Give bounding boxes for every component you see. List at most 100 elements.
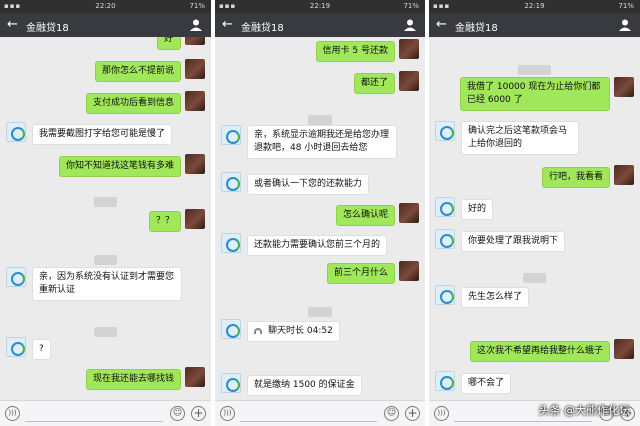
avatar xyxy=(6,267,26,287)
message-bubble-received[interactable]: 还款能力需要确认您前三个月的 xyxy=(247,235,388,256)
message-bubble-sent[interactable]: 怎么确认呢 xyxy=(335,205,395,226)
chat-header: ← 金融贷18 xyxy=(429,13,640,37)
message-input[interactable] xyxy=(25,421,163,422)
avatar xyxy=(6,337,26,357)
message-bubble-received[interactable]: 先生怎么样了 xyxy=(461,287,530,308)
emoji-icon[interactable]: ☺ xyxy=(170,406,185,421)
message-bubble-sent[interactable]: 现在我还能去哪找钱 xyxy=(85,369,181,390)
message-bubble-sent[interactable]: 好 xyxy=(157,37,181,50)
timestamp-pill xyxy=(429,265,640,284)
status-bar: ▪▪▪ 22:20 71% xyxy=(0,0,211,13)
phone-icon xyxy=(254,327,262,334)
avatar xyxy=(435,121,455,141)
chat-screen-3: ▪▪▪ 22:19 71% ← 金融贷18 我借了 10000 现在为止给你们都… xyxy=(429,0,640,426)
avatar xyxy=(435,197,455,217)
avatar xyxy=(614,77,634,97)
chat-title: 金融贷18 xyxy=(26,23,69,34)
message-bubble-received[interactable]: 我需要截图打字给您可能是慢了 xyxy=(32,124,173,145)
emoji-icon[interactable]: ☺ xyxy=(384,406,399,421)
avatar xyxy=(221,233,241,253)
timestamp-pill xyxy=(0,247,211,266)
message-bubble-sent[interactable]: 支付成功后看到信息 xyxy=(85,93,181,114)
chat-screen-1: ▪▪▪ 22:20 71% ← 金融贷18 好 那你怎么不提前说 支付成功后看到… xyxy=(0,0,211,426)
contact-profile-icon[interactable] xyxy=(619,19,631,31)
message-input[interactable] xyxy=(240,421,377,422)
timestamp-pill xyxy=(429,57,640,76)
input-bar: ))) ☺ + xyxy=(215,400,425,426)
message-bubble-sent[interactable]: 行吧，我看看 xyxy=(541,167,610,188)
chat-screen-2: ▪▪▪ 22:19 71% ← 金融贷18 信用卡 5 号还款 都还了 亲，系统… xyxy=(215,0,425,426)
status-time: 22:19 xyxy=(309,2,331,10)
avatar xyxy=(221,125,241,145)
message-bubble-sent[interactable]: ？？ xyxy=(148,211,181,232)
message-bubble-sent[interactable]: 这次我不希望再给我整什么蛾子 xyxy=(469,341,610,362)
avatar xyxy=(185,37,205,45)
voice-icon[interactable]: ))) xyxy=(434,406,449,421)
avatar xyxy=(221,319,241,339)
chat-title: 金融贷18 xyxy=(455,23,498,34)
message-bubble-sent[interactable]: 都还了 xyxy=(353,73,395,94)
contact-profile-icon[interactable] xyxy=(404,19,416,31)
voice-icon[interactable]: ))) xyxy=(220,406,235,421)
message-bubble-received[interactable]: 或者确认一下您的还款能力 xyxy=(247,174,370,195)
message-bubble-received[interactable]: 好的 xyxy=(461,199,494,220)
battery-level: 71% xyxy=(403,2,419,10)
message-bubble-received[interactable]: 你要处理了跟我说明下 xyxy=(461,231,566,252)
message-bubble-sent[interactable]: 前三个月什么 xyxy=(326,263,395,284)
watermark: 头条 @大熊作化坛 xyxy=(538,404,631,417)
avatar xyxy=(185,367,205,387)
message-bubble-received[interactable]: 就是缴纳 1500 的保证金 xyxy=(247,375,362,396)
message-list[interactable]: 我借了 10000 现在为止给你们都已经 6000 了 确认完之后这笔款项会马上… xyxy=(429,37,640,400)
message-bubble-sent[interactable]: 信用卡 5 号还款 xyxy=(315,41,395,62)
status-time: 22:20 xyxy=(95,2,116,10)
status-bar: ▪▪▪ 22:19 71% xyxy=(215,0,425,13)
avatar xyxy=(185,209,205,229)
chat-header: ← 金融贷18 xyxy=(0,13,211,37)
back-arrow-icon[interactable]: ← xyxy=(436,17,447,32)
timestamp-pill xyxy=(0,319,211,338)
message-bubble-received[interactable]: 亲，系统显示逾期我还是给您办理退款吧，48 小时退回去给您 xyxy=(247,125,397,159)
avatar xyxy=(221,373,241,393)
avatar xyxy=(435,285,455,305)
plus-icon[interactable]: + xyxy=(191,406,206,421)
status-bar: ▪▪▪ 22:19 71% xyxy=(429,0,640,13)
message-list[interactable]: 好 那你怎么不提前说 支付成功后看到信息 我需要截图打字给您可能是慢了 你知不知… xyxy=(0,37,211,400)
back-arrow-icon[interactable]: ← xyxy=(222,17,233,32)
message-input[interactable] xyxy=(454,421,592,422)
message-bubble-sent[interactable]: 我借了 10000 现在为止给你们都已经 6000 了 xyxy=(460,77,610,111)
avatar xyxy=(6,122,26,142)
avatar xyxy=(221,172,241,192)
avatar xyxy=(614,339,634,359)
avatar xyxy=(399,39,419,59)
timestamp-pill xyxy=(215,107,425,126)
avatar xyxy=(399,71,419,91)
avatar xyxy=(435,229,455,249)
battery-level: 71% xyxy=(618,2,634,10)
message-bubble-received[interactable]: 哪不会了 xyxy=(461,373,512,394)
message-bubble-sent[interactable]: 那你怎么不提前说 xyxy=(94,61,181,82)
message-bubble-sent[interactable]: 你知不知道找这笔钱有多难 xyxy=(58,156,181,177)
contact-profile-icon[interactable] xyxy=(190,19,202,31)
plus-icon[interactable]: + xyxy=(405,406,420,421)
avatar xyxy=(399,203,419,223)
message-list[interactable]: 信用卡 5 号还款 都还了 亲，系统显示逾期我还是给您办理退款吧，48 小时退回… xyxy=(215,37,425,400)
timestamp-pill xyxy=(215,299,425,318)
message-bubble-received[interactable]: 确认完之后这笔款项会马上给你退回的 xyxy=(461,121,579,155)
chat-header: ← 金融贷18 xyxy=(215,13,425,37)
voice-icon[interactable]: ))) xyxy=(5,406,20,421)
message-bubble-received[interactable]: ? xyxy=(32,339,51,360)
avatar xyxy=(614,165,634,185)
back-arrow-icon[interactable]: ← xyxy=(7,17,18,32)
avatar xyxy=(185,154,205,174)
battery-level: 71% xyxy=(189,2,205,10)
avatar xyxy=(435,371,455,391)
message-bubble-received[interactable]: 亲，因为系统没有认证到才需要您重新认证 xyxy=(32,267,182,301)
avatar xyxy=(399,261,419,281)
chat-title: 金融贷18 xyxy=(241,23,284,34)
input-bar: ))) ☺ + xyxy=(0,400,211,426)
timestamp-pill xyxy=(0,189,211,208)
call-duration-bubble[interactable]: 聊天时长 04:52 xyxy=(247,321,340,342)
call-duration-text: 聊天时长 04:52 xyxy=(268,326,333,336)
avatar xyxy=(185,59,205,79)
status-time: 22:19 xyxy=(524,2,545,10)
